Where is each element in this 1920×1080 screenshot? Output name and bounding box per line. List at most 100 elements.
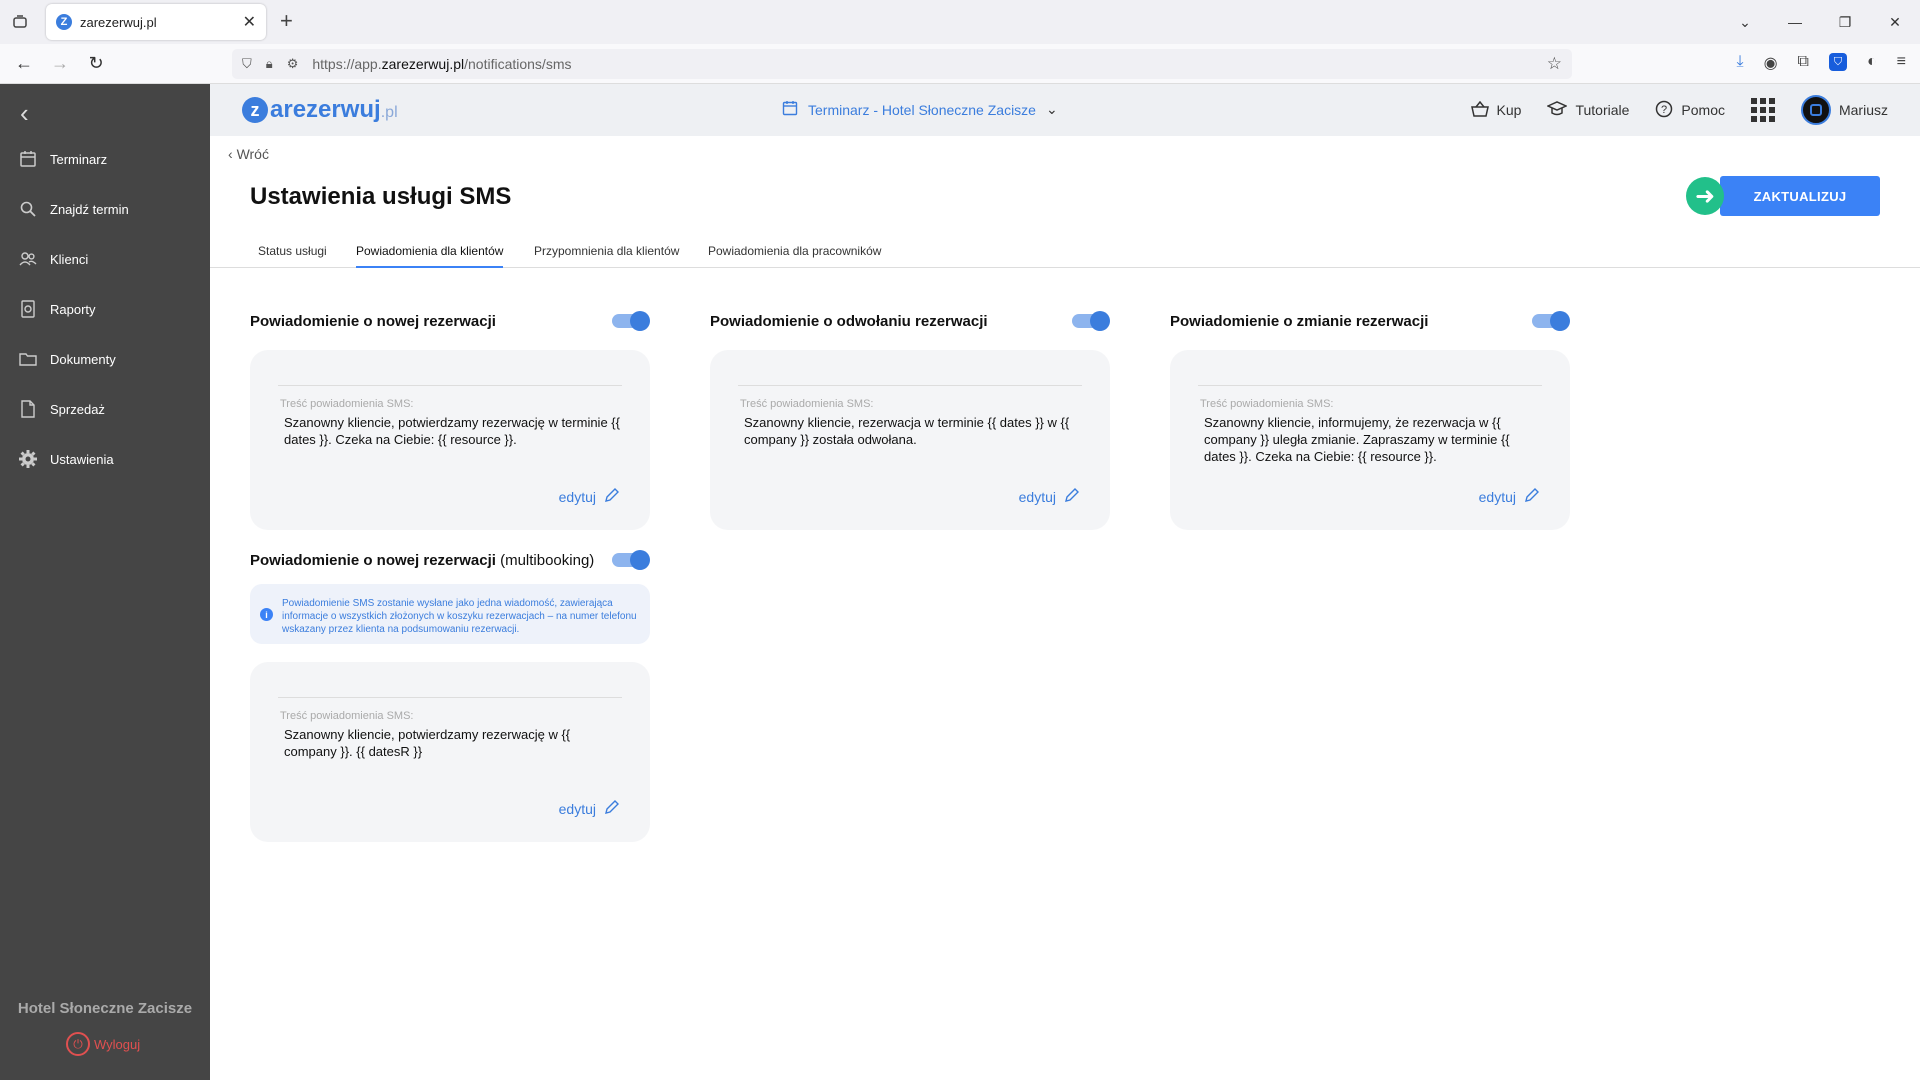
forward-arrow-icon[interactable]: →: [42, 53, 78, 74]
edit-button[interactable]: edytuj: [559, 799, 620, 818]
logout-button[interactable]: ⏻ Wyloguj: [66, 1032, 140, 1056]
content-label: Treść powiadomienia SMS:: [740, 398, 874, 410]
bitwarden-icon[interactable]: ⛉: [1828, 53, 1847, 71]
collapse-sidebar-chevron-icon[interactable]: ‹: [20, 98, 29, 129]
edit-label: edytuj: [1478, 488, 1516, 505]
notification-toggle[interactable]: [1532, 311, 1570, 331]
edit-button[interactable]: edytuj: [559, 487, 620, 506]
notification-title: Powiadomienie o zmianie rezerwacji: [1170, 313, 1429, 330]
info-icon: i: [260, 608, 273, 621]
new-tab-icon[interactable]: +: [280, 8, 293, 34]
pencil-icon: [1524, 487, 1540, 506]
calendar-icon: [18, 149, 38, 169]
sidebar-item-znajdz-termin[interactable]: Znajdź termin: [18, 194, 129, 224]
notification-card: Treść powiadomienia SMS: Szanowny klienc…: [250, 662, 650, 842]
url-bar[interactable]: ⛉ 🔒︎ ⚙︎ https://app. zarezerwuj.pl/notifi…: [232, 49, 1572, 79]
logo-z: z: [242, 97, 268, 123]
content-label: Treść powiadomienia SMS:: [280, 710, 414, 722]
update-button[interactable]: ZAKTUALIZUJ: [1720, 176, 1880, 216]
sidebar-item-label: Dokumenty: [50, 351, 116, 367]
close-tab-icon[interactable]: ✕: [243, 12, 256, 32]
tab-overflow-chevron-icon[interactable]: ⌄: [1720, 14, 1770, 31]
tab-powiadomienia-dla-pracownikow[interactable]: Powiadomienia dla pracowników: [708, 244, 881, 266]
minimize-icon[interactable]: —: [1770, 14, 1820, 30]
report-icon: [18, 299, 38, 319]
help-button[interactable]: ? Pomoc: [1655, 100, 1725, 121]
user-menu[interactable]: Mariusz: [1800, 95, 1888, 125]
downloads-icon[interactable]: ⤓: [1737, 53, 1744, 73]
basket-icon: [1470, 100, 1489, 120]
sms-content: Szanowny kliencie, informujemy, że rezer…: [1204, 415, 1510, 464]
notification-card: Treść powiadomienia SMS: Szanowny klienc…: [1170, 350, 1570, 530]
shield-icon[interactable]: ⛉: [242, 56, 252, 72]
notification-title: Powiadomienie o odwołaniu rezerwacji: [710, 313, 988, 330]
users-icon: [18, 249, 38, 269]
pencil-icon: [604, 799, 620, 818]
arrow-right-icon: ➜: [1686, 177, 1724, 215]
page-title: Ustawienia usługi SMS: [250, 183, 512, 210]
notification-title: Powiadomienie o nowej rezerwacji (multib…: [250, 552, 594, 569]
tabs: Status usługi Powiadomienia dla klientów…: [210, 236, 1920, 268]
window-close-icon[interactable]: ✕: [1870, 14, 1920, 31]
notification-toggle[interactable]: [1072, 311, 1110, 331]
sidebar-item-ustawienia[interactable]: Ustawienia: [18, 444, 114, 474]
notification-card: Treść powiadomienia SMS: Szanowny klienc…: [250, 350, 650, 530]
tab-status-uslugi[interactable]: Status usługi: [258, 244, 327, 266]
edit-button[interactable]: edytuj: [1019, 487, 1080, 506]
sidebar-item-raporty[interactable]: Raporty: [18, 294, 96, 324]
sms-content: Szanowny kliencie, rezerwacja w terminie…: [744, 415, 1070, 447]
logo-tld: .pl: [380, 104, 398, 121]
calendar-selector[interactable]: Terminarz - Hotel Słoneczne Zacisze ⌄: [782, 100, 1058, 119]
sidebar-item-label: Terminarz: [50, 151, 108, 167]
sidebar-item-terminarz[interactable]: Terminarz: [18, 144, 107, 174]
tab-przypomnienia-dla-klientow[interactable]: Przypomnienia dla klientów: [534, 244, 679, 266]
svg-text:?: ?: [1661, 104, 1667, 116]
tutorials-button[interactable]: Tutoriale: [1546, 100, 1630, 120]
permissions-icon[interactable]: ⚙︎: [287, 56, 299, 72]
sidebar-item-label: Sprzedaż: [50, 401, 105, 417]
notification-toggle[interactable]: [612, 550, 650, 570]
browser-tabbar: Z zarezerwuj.pl ✕ + ⌄ — ❐ ✕: [0, 0, 1920, 44]
help-label: Pomoc: [1681, 102, 1725, 118]
sidebar-item-klienci[interactable]: Klienci: [18, 244, 88, 274]
back-arrow-icon[interactable]: ←: [6, 53, 42, 74]
pencil-icon: [1064, 487, 1080, 506]
tab-list-icon[interactable]: [0, 0, 40, 44]
edit-button[interactable]: edytuj: [1479, 487, 1540, 506]
sidebar-item-sprzedaz[interactable]: Sprzedaż: [18, 394, 105, 424]
hotel-name: Hotel Słoneczne Zacisze: [17, 1000, 193, 1017]
extensions-icon[interactable]: ⧉: [1798, 53, 1809, 73]
browser-tab-title: zarezerwuj.pl: [80, 14, 157, 30]
tab-powiadomienia-dla-klientow[interactable]: Powiadomienia dla klientów: [356, 244, 504, 268]
notification-toggle[interactable]: [612, 311, 650, 331]
info-text: Powiadomienie SMS zostanie wysłane jako …: [282, 598, 637, 635]
back-link[interactable]: ‹ Wróć: [228, 146, 269, 162]
zarezerwuj-logo[interactable]: z arezerwuj .pl: [242, 96, 398, 124]
restore-icon[interactable]: ❐: [1820, 14, 1870, 31]
edit-label: edytuj: [558, 800, 596, 817]
pencil-icon: [604, 487, 620, 506]
calendar-selector-label: Terminarz - Hotel Słoneczne Zacisze: [808, 101, 1036, 118]
info-box: i Powiadomienie SMS zostanie wysłane jak…: [250, 584, 650, 644]
extension-puzzle-icon[interactable]: ◐: [1867, 53, 1877, 73]
browser-tab[interactable]: Z zarezerwuj.pl ✕: [46, 4, 266, 40]
apps-grid-icon[interactable]: [1750, 98, 1775, 122]
url-prefix: https://app.: [312, 56, 382, 72]
notification-title-suffix: (multibooking): [500, 552, 595, 569]
chevron-down-icon: ⌄: [1045, 101, 1058, 117]
notification-card: Treść powiadomienia SMS: Szanowny klienc…: [710, 350, 1110, 530]
bookmark-star-icon[interactable]: ☆: [1547, 54, 1562, 74]
gear-icon: [18, 449, 38, 469]
tutorials-label: Tutoriale: [1575, 102, 1630, 118]
lock-icon[interactable]: 🔒︎: [266, 56, 273, 72]
content-label: Treść powiadomienia SMS:: [1200, 398, 1334, 410]
account-icon[interactable]: ◉: [1764, 53, 1778, 73]
app-header: z arezerwuj .pl Terminarz - Hotel Słoneczn…: [210, 84, 1920, 136]
help-circle-icon: ?: [1655, 100, 1673, 121]
buy-button[interactable]: Kup: [1470, 100, 1521, 120]
notification-title: Powiadomienie o nowej rezerwacji: [250, 313, 496, 330]
reload-icon[interactable]: ↻: [78, 53, 114, 74]
menu-icon[interactable]: ≡: [1897, 53, 1906, 73]
folder-icon: [18, 349, 38, 369]
sidebar-item-dokumenty[interactable]: Dokumenty: [18, 344, 116, 374]
